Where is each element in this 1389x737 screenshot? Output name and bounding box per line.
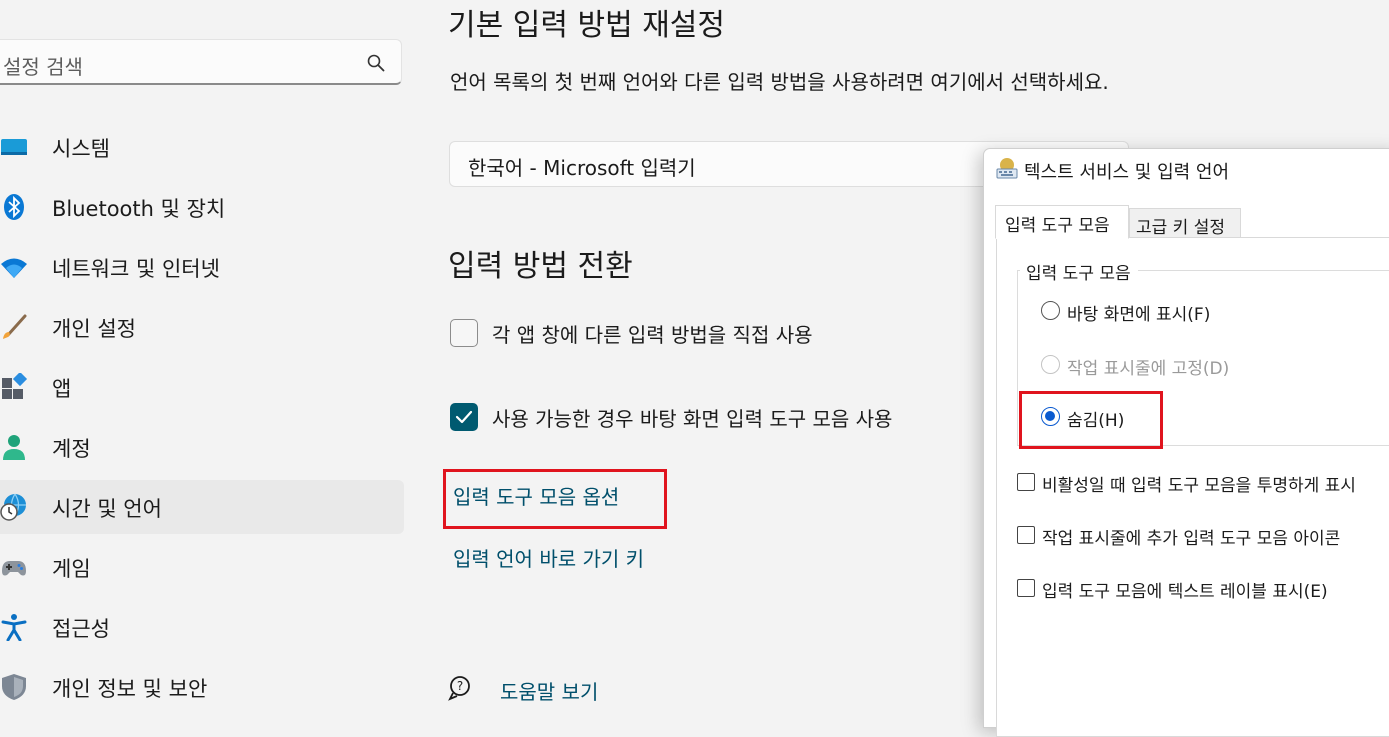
checkbox-label: 비활성일 때 입력 도구 모음을 투명하게 표시 bbox=[1042, 476, 1356, 496]
sidebar-item-label: 시간 및 언어 bbox=[52, 497, 162, 521]
search-icon bbox=[367, 54, 385, 72]
tab-language-bar[interactable]: 입력 도구 모음 bbox=[995, 205, 1129, 239]
accessibility-icon bbox=[1, 614, 27, 641]
checkbox-additional-taskbar-icons[interactable] bbox=[1017, 526, 1035, 544]
default-input-description: 언어 목록의 첫 번째 언어와 다른 입력 방법을 사용하려면 여기에서 선택하… bbox=[450, 70, 1109, 94]
apps-icon bbox=[2, 373, 28, 399]
globe-clock-icon bbox=[0, 493, 26, 521]
sidebar-item-network[interactable]: 네트워크 및 인터넷 bbox=[0, 240, 404, 294]
switch-input-title: 입력 방법 전환 bbox=[448, 249, 633, 284]
input-language-hotkeys-link[interactable]: 입력 언어 바로 가기 키 bbox=[453, 543, 644, 572]
radio-label: 바탕 화면에 표시(F) bbox=[1067, 305, 1211, 325]
desktop-language-bar-label: 사용 가능한 경우 바탕 화면 입력 도구 모음 사용 bbox=[492, 407, 893, 431]
group-title: 입력 도구 모음 bbox=[1020, 259, 1138, 284]
tab-label: 입력 도구 모음 bbox=[1005, 216, 1110, 236]
sidebar-item-label: 앱 bbox=[52, 377, 72, 401]
sidebar-item-label: Bluetooth 및 장치 bbox=[52, 197, 226, 221]
wifi-icon bbox=[1, 258, 27, 278]
checkbox-label: 작업 표시줄에 추가 입력 도구 모음 아이콘 bbox=[1042, 529, 1341, 549]
sidebar-item-label: 시스템 bbox=[52, 137, 110, 161]
sidebar-item-label: 개인 정보 및 보안 bbox=[52, 677, 208, 701]
get-help-link[interactable]: 도움말 보기 bbox=[500, 676, 598, 705]
default-input-title: 기본 입력 방법 재설정 bbox=[448, 8, 726, 43]
per-app-input-label: 각 앱 창에 다른 입력 방법을 직접 사용 bbox=[492, 323, 813, 347]
sidebar-item-label: 게임 bbox=[52, 557, 91, 581]
help-icon: ? bbox=[448, 676, 470, 701]
sidebar-item-apps[interactable]: 앱 bbox=[0, 360, 404, 414]
settings-search-box[interactable]: 설정 검색 bbox=[0, 39, 402, 85]
svg-text:?: ? bbox=[457, 679, 463, 693]
sidebar-item-bluetooth[interactable]: Bluetooth 및 장치 bbox=[0, 180, 404, 234]
radio-show-on-desktop[interactable] bbox=[1041, 301, 1060, 320]
brush-icon bbox=[3, 314, 27, 339]
sidebar-item-accounts[interactable]: 계정 bbox=[0, 420, 404, 474]
checkbox-label: 입력 도구 모음에 텍스트 레이블 표시(E) bbox=[1042, 582, 1328, 602]
sidebar-item-label: 개인 설정 bbox=[52, 317, 136, 341]
account-icon bbox=[3, 435, 25, 460]
checkbox-transparent-inactive[interactable] bbox=[1017, 473, 1035, 491]
tab-advanced-key-settings[interactable]: 고급 키 설정 bbox=[1129, 208, 1241, 238]
sidebar-item-gaming[interactable]: 게임 bbox=[0, 540, 404, 594]
system-icon bbox=[1, 139, 27, 155]
keyboard-globe-icon bbox=[996, 158, 1018, 179]
sidebar-item-label: 계정 bbox=[52, 437, 91, 461]
desktop-language-bar-checkbox[interactable] bbox=[450, 403, 478, 431]
default-input-value: 한국어 - Microsoft 입력기 bbox=[468, 156, 696, 180]
tab-label: 고급 키 설정 bbox=[1136, 218, 1226, 238]
sidebar-item-label: 접근성 bbox=[52, 617, 110, 641]
radio-dock-taskbar bbox=[1041, 355, 1060, 374]
sidebar-item-time-language[interactable]: 시간 및 언어 bbox=[0, 480, 404, 534]
highlight-box bbox=[1019, 391, 1163, 449]
checkmark-icon bbox=[455, 410, 473, 424]
sidebar-item-accessibility[interactable]: 접근성 bbox=[0, 600, 404, 654]
dialog-title: 텍스트 서비스 및 입력 언어 bbox=[1024, 162, 1230, 183]
shield-icon bbox=[2, 674, 26, 700]
per-app-input-checkbox[interactable] bbox=[450, 319, 478, 347]
sidebar-item-system[interactable]: 시스템 bbox=[0, 120, 404, 174]
sidebar-item-personalization[interactable]: 개인 설정 bbox=[0, 300, 404, 354]
highlight-box bbox=[443, 469, 667, 529]
sidebar-item-privacy[interactable]: 개인 정보 및 보안 bbox=[0, 660, 404, 714]
checkbox-text-labels[interactable] bbox=[1017, 579, 1035, 597]
gamepad-icon bbox=[2, 561, 26, 576]
bluetooth-icon bbox=[4, 194, 24, 220]
search-placeholder: 설정 검색 bbox=[3, 55, 83, 79]
sidebar-item-label: 네트워크 및 인터넷 bbox=[52, 257, 220, 281]
radio-label: 작업 표시줄에 고정(D) bbox=[1067, 359, 1230, 379]
